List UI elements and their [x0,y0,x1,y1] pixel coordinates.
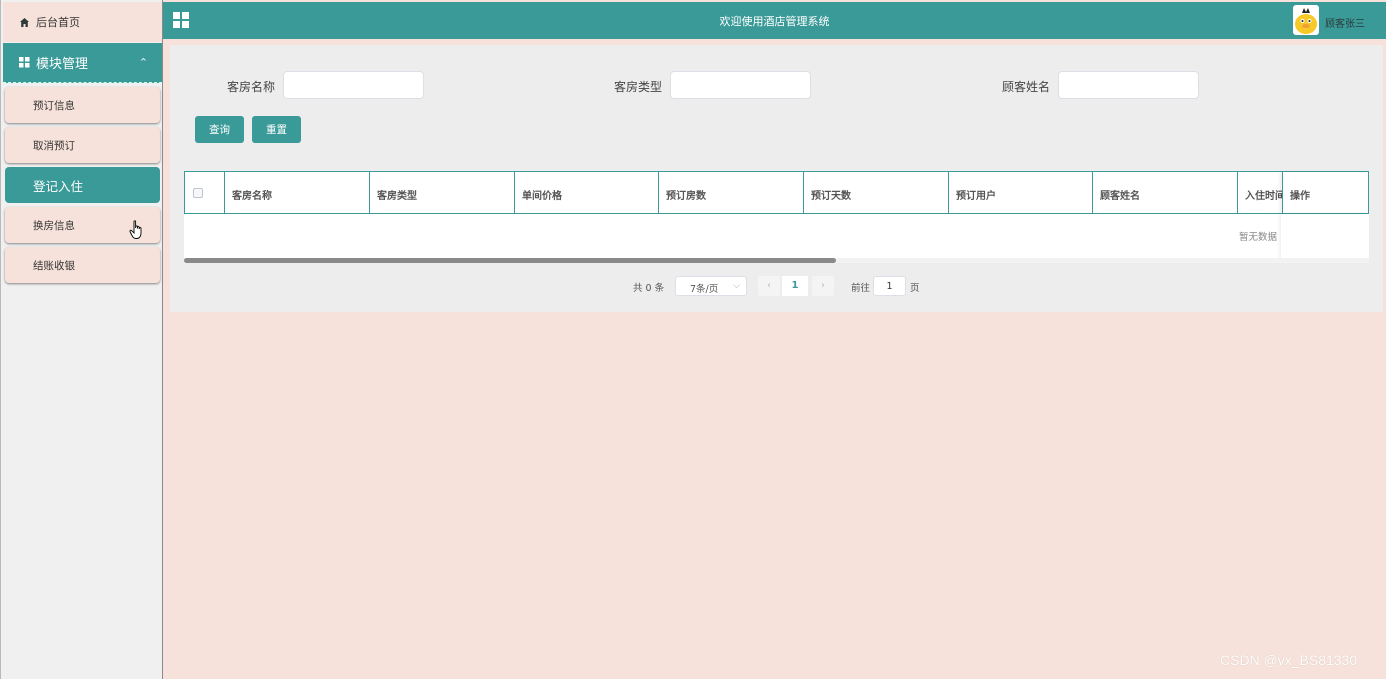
chevron-up-icon: ⌃ [138,56,148,69]
sidebar-item-home-label: 后台首页 [36,16,80,29]
sidebar-item-booking-info[interactable]: 预订信息 [5,87,160,123]
sidebar: 后台首页 模块管理 ⌃ 预订信息 取消预订 登记入住 换房信息 结账收银 [0,0,163,679]
page-title: 欢迎使用酒店管理系统 [719,15,830,28]
page-number-current[interactable]: 1 [782,276,808,296]
chevron-down-icon: ⌵ [733,281,740,291]
sidebar-item-label: 预订信息 [33,99,75,112]
sidebar-item-check-in[interactable]: 登记入住 [5,167,160,203]
column-header[interactable]: 客房名称 [224,172,369,213]
page-size-select[interactable]: 7条/页 ⌵ [675,276,747,296]
prev-page-button[interactable]: ‹ [758,276,780,296]
reset-button[interactable]: 重置 [252,116,301,143]
customer-name-label: 顾客姓名 [1002,80,1051,94]
column-header[interactable]: 预订天数 [803,172,948,213]
customer-name-input[interactable] [1058,71,1199,99]
username[interactable]: 顾客张三 [1325,15,1365,30]
grid-icon [19,57,30,68]
empty-state-text: 暂无数据 [1239,232,1278,243]
sidebar-item-home[interactable]: 后台首页 [3,2,162,42]
column-header-actions: 操作 [1282,172,1368,213]
room-type-input[interactable] [670,71,811,99]
table-header: 客房名称 客房类型 单间价格 预订房数 预订天数 预订用户 顾客姓名 入住时间 … [184,171,1369,214]
sidebar-module-management[interactable]: 模块管理 ⌃ [3,43,162,83]
chevron-right-icon: › [821,280,825,291]
chevron-left-icon: ‹ [767,280,771,291]
select-all-cell [185,172,224,213]
column-header[interactable]: 单间价格 [514,172,659,213]
data-table: 客房名称 客房类型 单间价格 预订房数 预订天数 预订用户 顾客姓名 入住时间 … [184,171,1369,259]
top-bar: 欢迎使用酒店管理系统 顾客张三 [163,2,1386,39]
query-button[interactable]: 查询 [195,116,244,143]
sidebar-item-checkout[interactable]: 结账收银 [5,247,160,283]
room-name-label: 客房名称 [227,80,276,94]
pagination-total: 共 0 条 [633,283,665,294]
sidebar-item-label: 结账收银 [33,259,75,272]
next-page-button[interactable]: › [812,276,834,296]
room-type-label: 客房类型 [614,80,663,94]
sidebar-module-label: 模块管理 [36,57,89,72]
avatar[interactable] [1293,5,1319,35]
page-size-value: 7条/页 [690,284,719,295]
avatar-duck-icon [1295,8,1317,34]
column-header[interactable]: 入住时间 [1237,172,1282,213]
watermark: CSDN @vx_BS81330 [1220,652,1358,668]
sidebar-item-label: 换房信息 [33,219,75,232]
sidebar-item-label: 取消预订 [33,139,75,152]
page-suffix: 页 [910,283,920,294]
column-header[interactable]: 预订用户 [948,172,1093,213]
column-header[interactable]: 客房类型 [369,172,514,213]
room-name-input[interactable] [283,71,424,99]
horizontal-scrollbar-thumb[interactable] [184,258,836,263]
actions-column-body [1281,214,1369,259]
home-icon [20,17,29,27]
hand-cursor-icon [129,220,142,239]
main-panel: 客房名称 客房类型 顾客姓名 查询 重置 客房名称 客房类型 单间价格 预订房数… [170,45,1383,312]
sidebar-item-cancel-booking[interactable]: 取消预订 [5,127,160,163]
goto-label: 前往 [851,283,871,294]
column-header[interactable]: 顾客姓名 [1092,172,1237,213]
select-all-checkbox[interactable] [193,188,203,198]
goto-page-input[interactable] [873,276,906,296]
column-header[interactable]: 预订房数 [658,172,803,213]
sidebar-item-label: 登记入住 [33,178,84,194]
